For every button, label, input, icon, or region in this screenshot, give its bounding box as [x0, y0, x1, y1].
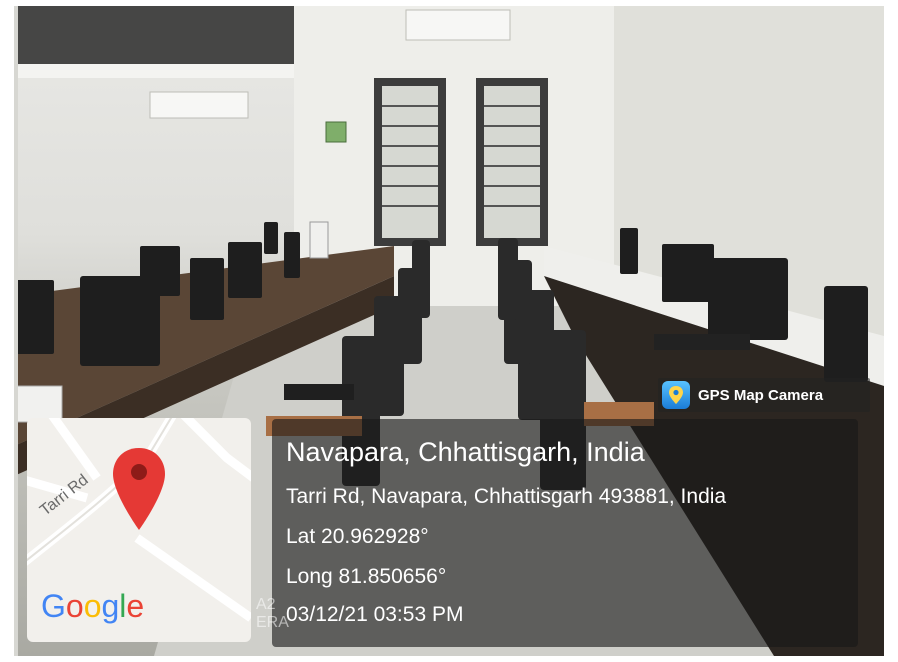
location-info-panel: Navapara, Chhattisgarh, India Tarri Rd, …: [272, 419, 858, 647]
camera-watermark: A2 ERA: [256, 596, 289, 632]
address-line: Tarri Rd, Navapara, Chhattisgarh 493881,…: [286, 485, 727, 508]
place-title: Navapara, Chhattisgarh, India: [286, 437, 645, 467]
logo-letter: o: [83, 588, 102, 624]
timestamp-line: 03/12/21 03:53 PM: [286, 603, 464, 626]
location-pin-icon: [113, 448, 165, 530]
latitude-line: Lat 20.962928°: [286, 525, 429, 548]
logo-letter: G: [41, 588, 66, 624]
watermark-line: A2: [256, 596, 276, 613]
watermark-line: ERA: [256, 614, 289, 631]
badge-label: GPS Map Camera: [698, 386, 824, 404]
map-pin-app-icon: [662, 381, 690, 409]
logo-letter: g: [101, 588, 120, 624]
logo-letter: o: [65, 588, 84, 624]
map-thumbnail: Tarri Rd Google: [27, 418, 251, 642]
logo-letter: e: [126, 588, 145, 624]
google-logo: Google: [41, 588, 144, 625]
gps-map-camera-badge: GPS Map Camera: [658, 378, 870, 412]
longitude-line: Long 81.850656°: [286, 565, 447, 588]
